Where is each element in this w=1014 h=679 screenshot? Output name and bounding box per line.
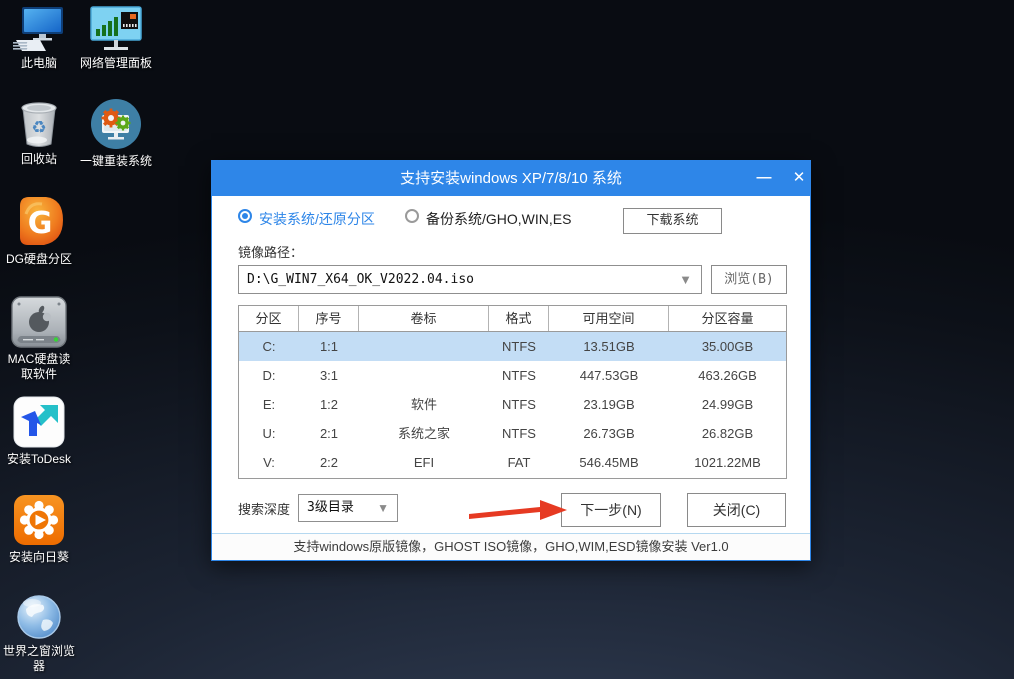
world-browser-icon bbox=[16, 594, 62, 640]
column-header: 分区容量 bbox=[669, 306, 786, 331]
partition-table-header: 分区 序号 卷标 格式 可用空间 分区容量 bbox=[239, 306, 786, 332]
table-row-c[interactable]: C: 1:1 NTFS 13.51GB 35.00GB bbox=[239, 332, 786, 361]
cell: 3:1 bbox=[299, 361, 359, 390]
cell: 系统之家 bbox=[359, 419, 489, 448]
radio-install-label[interactable]: 安装系统/还原分区 bbox=[259, 209, 375, 229]
search-depth-value: 3级目录 bbox=[307, 495, 354, 521]
cell: D: bbox=[239, 361, 299, 390]
radio-install-system[interactable] bbox=[238, 209, 252, 223]
desktop-icon-label: MAC硬盘读取软件 bbox=[2, 352, 76, 382]
recycle-bin-icon: ♻ bbox=[17, 100, 61, 148]
cell: 软件 bbox=[359, 390, 489, 419]
dialog-footer: 支持windows原版镜像，GHOST ISO镜像，GHO,WIM,ESD镜像安… bbox=[212, 533, 810, 560]
cell: 13.51GB bbox=[549, 332, 669, 361]
minimize-icon[interactable]: — bbox=[753, 161, 775, 196]
desktop-icon-world-browser[interactable]: 世界之窗浏览器 bbox=[2, 594, 76, 674]
column-header: 分区 bbox=[239, 306, 299, 331]
download-system-button[interactable]: 下载系统 bbox=[623, 208, 722, 234]
column-header: 格式 bbox=[489, 306, 549, 331]
cell: C: bbox=[239, 332, 299, 361]
cell: 35.00GB bbox=[669, 332, 786, 361]
partition-table: 分区 序号 卷标 格式 可用空间 分区容量 C: 1:1 NTFS 13.51G… bbox=[238, 305, 787, 479]
cell: E: bbox=[239, 390, 299, 419]
desktop-icon-sunflower[interactable]: 安装向日葵 bbox=[2, 494, 76, 565]
sunflower-icon bbox=[13, 494, 65, 546]
desktop-icon-diskgenius[interactable]: G DG硬盘分区 bbox=[2, 194, 76, 267]
desktop-icon-label: 此电脑 bbox=[21, 56, 57, 71]
desktop-icon-label: 安装ToDesk bbox=[7, 452, 71, 467]
desktop-icon-label: DG硬盘分区 bbox=[6, 252, 72, 267]
radio-backup-system[interactable] bbox=[405, 209, 419, 223]
mac-disk-icon bbox=[10, 296, 68, 348]
desktop-icon-todesk[interactable]: 安装ToDesk bbox=[2, 396, 76, 467]
desktop-icon-label: 回收站 bbox=[21, 152, 57, 167]
table-row-e[interactable]: E: 1:2 软件 NTFS 23.19GB 24.99GB bbox=[239, 390, 786, 419]
close-icon[interactable]: ✕ bbox=[788, 161, 810, 196]
column-header: 卷标 bbox=[359, 306, 489, 331]
cell: 2:2 bbox=[299, 448, 359, 477]
radio-backup-label[interactable]: 备份系统/GHO,WIN,ES bbox=[426, 209, 571, 229]
desktop-icon-label: 一键重装系统 bbox=[80, 154, 152, 169]
cell: 1:2 bbox=[299, 390, 359, 419]
desktop-icon-recycle-bin[interactable]: ♻ 回收站 bbox=[2, 100, 76, 167]
column-header: 可用空间 bbox=[549, 306, 669, 331]
network-panel-icon bbox=[88, 6, 144, 52]
search-depth-dropdown[interactable]: 3级目录 ▼ bbox=[298, 494, 398, 522]
cell: NTFS bbox=[489, 361, 549, 390]
svg-text:G: G bbox=[28, 206, 53, 241]
dialog-titlebar[interactable]: 支持安装windows XP/7/8/10 系统 bbox=[212, 161, 810, 196]
cell: NTFS bbox=[489, 390, 549, 419]
image-path-label: 镜像路径： bbox=[238, 242, 303, 261]
cell: V: bbox=[239, 448, 299, 477]
image-path-value: D:\G_WIN7_X64_OK_V2022.04.iso bbox=[247, 266, 474, 293]
cell: FAT bbox=[489, 448, 549, 477]
cell bbox=[359, 361, 489, 390]
desktop-icon-mac-disk[interactable]: MAC硬盘读取软件 bbox=[2, 296, 76, 382]
browse-button[interactable]: 浏览(B) bbox=[711, 265, 787, 294]
cell: 1021.22MB bbox=[669, 448, 786, 477]
next-button[interactable]: 下一步(N) bbox=[561, 493, 661, 527]
reinstall-system-icon bbox=[89, 98, 143, 150]
cell: NTFS bbox=[489, 419, 549, 448]
dialog-title: 支持安装windows XP/7/8/10 系统 bbox=[400, 170, 622, 187]
table-row-u[interactable]: U: 2:1 系统之家 NTFS 26.73GB 26.82GB bbox=[239, 419, 786, 448]
cell: 2:1 bbox=[299, 419, 359, 448]
table-row-d[interactable]: D: 3:1 NTFS 447.53GB 463.26GB bbox=[239, 361, 786, 390]
this-pc-icon bbox=[13, 6, 65, 52]
cell: 26.82GB bbox=[669, 419, 786, 448]
cell: 447.53GB bbox=[549, 361, 669, 390]
chevron-down-icon[interactable]: ▼ bbox=[679, 266, 692, 293]
cell: 26.73GB bbox=[549, 419, 669, 448]
cell: 546.45MB bbox=[549, 448, 669, 477]
image-path-combobox[interactable]: D:\G_WIN7_X64_OK_V2022.04.iso ▼ bbox=[238, 265, 702, 294]
cell: 1:1 bbox=[299, 332, 359, 361]
cell bbox=[359, 332, 489, 361]
diskgenius-icon: G bbox=[12, 194, 66, 248]
cell: EFI bbox=[359, 448, 489, 477]
cell: U: bbox=[239, 419, 299, 448]
todesk-icon bbox=[13, 396, 65, 448]
desktop-icon-reinstall-system[interactable]: 一键重装系统 bbox=[72, 98, 160, 169]
close-button[interactable]: 关闭(C) bbox=[687, 493, 786, 527]
cell: 23.19GB bbox=[549, 390, 669, 419]
desktop-icon-network-panel[interactable]: 网络管理面板 bbox=[72, 6, 160, 71]
desktop-icon-label: 网络管理面板 bbox=[80, 56, 152, 71]
install-dialog: 支持安装windows XP/7/8/10 系统 — ✕ 安装系统/还原分区 备… bbox=[211, 160, 811, 561]
cell: 24.99GB bbox=[669, 390, 786, 419]
desktop-icon-label: 世界之窗浏览器 bbox=[2, 644, 76, 674]
column-header: 序号 bbox=[299, 306, 359, 331]
table-row-v[interactable]: V: 2:2 EFI FAT 546.45MB 1021.22MB bbox=[239, 448, 786, 477]
svg-text:♻: ♻ bbox=[31, 118, 46, 138]
desktop-icon-label: 安装向日葵 bbox=[9, 550, 69, 565]
cell: 463.26GB bbox=[669, 361, 786, 390]
chevron-down-icon: ▼ bbox=[377, 495, 389, 521]
cell: NTFS bbox=[489, 332, 549, 361]
search-depth-label: 搜索深度 bbox=[238, 499, 290, 518]
desktop-icon-this-pc[interactable]: 此电脑 bbox=[2, 6, 76, 71]
